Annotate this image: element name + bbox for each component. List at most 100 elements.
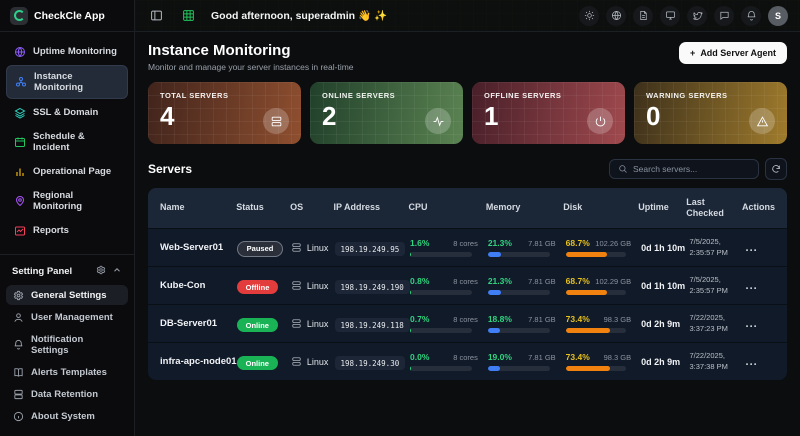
user-avatar[interactable]: S [768, 6, 788, 26]
col-memory: Memory [486, 202, 563, 213]
sidebar-item-schedule-incident[interactable]: Schedule & Incident [6, 126, 128, 158]
sidebar-item-user-management[interactable]: User Management [6, 307, 128, 327]
trend-line-icon [13, 224, 26, 237]
row-actions-button[interactable]: ... [746, 356, 775, 368]
app-logo-icon [10, 7, 28, 25]
add-server-agent-button[interactable]: + Add Server Agent [679, 42, 787, 64]
cpu-metric: 0.8%8 cores [410, 276, 488, 295]
memory-bar [488, 252, 550, 257]
grid-icon[interactable] [179, 7, 197, 25]
table-row[interactable]: infra-apc-node01 Online Linux 198.19.249… [148, 342, 787, 380]
row-actions-button[interactable]: ... [746, 318, 775, 330]
stat-label: OFFLINE SERVERS [484, 91, 613, 100]
disk-metric: 68.7%102.26 GB [566, 238, 641, 257]
status-badge: Paused [237, 241, 284, 257]
col-name: Name [160, 202, 236, 213]
cpu-bar [410, 252, 472, 257]
chat-icon[interactable] [714, 6, 734, 26]
col-uptime: Uptime [638, 202, 686, 213]
table-row[interactable]: DB-Server01 Online Linux 198.19.249.118 … [148, 304, 787, 342]
bird-icon[interactable] [687, 6, 707, 26]
power-icon [587, 108, 613, 134]
sidebar-nav: Uptime Monitoring Instance Monitoring SS… [0, 32, 134, 246]
bell-icon [13, 339, 24, 350]
chevron-up-icon[interactable] [112, 265, 122, 277]
sidebar-item-instance-monitoring[interactable]: Instance Monitoring [6, 65, 128, 99]
last-checked: 7/5/2025,2:35:57 PM [690, 275, 746, 295]
sidebar-item-about-system[interactable]: About System [6, 406, 128, 426]
sidebar-item-label: Alerts Templates [31, 367, 107, 378]
stat-cards: TOTAL SERVERS 4 ONLINE SERVERS 2 OFFLINE… [148, 82, 787, 144]
monitor-icon[interactable] [660, 6, 680, 26]
globe-icon[interactable] [606, 6, 626, 26]
col-last-checked: Last Checked [686, 197, 738, 220]
refresh-button[interactable] [765, 158, 787, 180]
server-name: infra-apc-node01 [160, 356, 237, 367]
sidebar-item-data-retention[interactable]: Data Retention [6, 384, 128, 404]
ip-address: 198.19.249.30 [335, 356, 406, 370]
stat-card-offline-servers[interactable]: OFFLINE SERVERS 1 [472, 82, 625, 144]
stat-card-online-servers[interactable]: ONLINE SERVERS 2 [310, 82, 463, 144]
stat-card-warning-servers[interactable]: WARNING SERVERS 0 [634, 82, 787, 144]
disk-metric: 73.4%98.3 GB [566, 314, 641, 333]
last-checked: 7/5/2025,2:35:57 PM [690, 237, 746, 257]
sidebar-item-label: Notification Settings [31, 334, 121, 356]
settings-list: General Settings User Management Notific… [0, 283, 134, 428]
database-icon [13, 389, 24, 400]
top-bar: Good afternoon, superadmin 👋 ✨ [135, 0, 800, 32]
os-icon [291, 280, 302, 291]
sidebar-item-general-settings[interactable]: General Settings [6, 285, 128, 305]
sidebar-item-reports[interactable]: Reports [6, 219, 128, 242]
sidebar: CheckCle App Uptime Monitoring Instance … [0, 0, 135, 436]
memory-metric: 18.8%7.81 GB [488, 314, 566, 333]
page-content: Instance Monitoring Monitor and manage y… [135, 32, 800, 436]
info-icon [13, 411, 24, 422]
col-status: Status [236, 202, 290, 213]
cpu-metric: 0.0%8 cores [410, 352, 488, 371]
search-icon [618, 164, 628, 174]
page-subtitle: Monitor and manage your server instances… [148, 62, 354, 72]
search-input[interactable] [633, 164, 750, 174]
uptime: 0d 1h 10m [641, 243, 689, 253]
globe-icon [13, 45, 26, 58]
sidebar-item-operational-page[interactable]: Operational Page [6, 160, 128, 183]
stat-card-total-servers[interactable]: TOTAL SERVERS 4 [148, 82, 301, 144]
sidebar-item-label: Operational Page [33, 166, 111, 177]
disk-metric: 73.4%98.3 GB [566, 352, 641, 371]
sidebar-item-notification-settings[interactable]: Notification Settings [6, 329, 128, 360]
server-name: Web-Server01 [160, 242, 237, 253]
app-logo[interactable]: CheckCle App [0, 0, 134, 32]
bar-chart-icon [13, 165, 26, 178]
table-row[interactable]: Kube-Con Offline Linux 198.19.249.190 0.… [148, 266, 787, 304]
user-icon [13, 312, 24, 323]
sidebar-item-regional-monitoring[interactable]: Regional Monitoring [6, 185, 128, 217]
sidebar-item-label: Uptime Monitoring [33, 46, 117, 57]
gear-icon[interactable] [96, 265, 106, 277]
row-actions-button[interactable]: ... [746, 242, 775, 254]
memory-metric: 21.3%7.81 GB [488, 276, 566, 295]
setting-panel-header[interactable]: Setting Panel [0, 255, 134, 283]
os-icon [291, 242, 302, 253]
uptime: 0d 2h 9m [641, 319, 689, 329]
server-icon [263, 108, 289, 134]
os-icon [291, 318, 302, 329]
sidebar-item-alerts-templates[interactable]: Alerts Templates [6, 362, 128, 382]
sidebar-item-ssl-domain[interactable]: SSL & Domain [6, 101, 128, 124]
table-row[interactable]: Web-Server01 Paused Linux 198.19.249.95 … [148, 228, 787, 266]
cpu-metric: 1.6%8 cores [410, 238, 488, 257]
document-icon[interactable] [633, 6, 653, 26]
main-area: Good afternoon, superadmin 👋 ✨ [135, 0, 800, 436]
sidebar-item-uptime-monitoring[interactable]: Uptime Monitoring [6, 40, 128, 63]
sidebar-item-label: Instance Monitoring [34, 71, 120, 93]
bell-icon[interactable] [741, 6, 761, 26]
col-ip: IP Address [333, 202, 408, 213]
row-actions-button[interactable]: ... [746, 280, 775, 292]
sun-icon[interactable] [579, 6, 599, 26]
disk-metric: 68.7%102.29 GB [566, 276, 641, 295]
layers-icon [13, 106, 26, 119]
panel-toggle-icon[interactable] [147, 7, 165, 25]
stat-label: WARNING SERVERS [646, 91, 775, 100]
col-actions: Actions [742, 202, 775, 213]
server-name: DB-Server01 [160, 318, 237, 329]
server-search[interactable] [609, 159, 759, 179]
